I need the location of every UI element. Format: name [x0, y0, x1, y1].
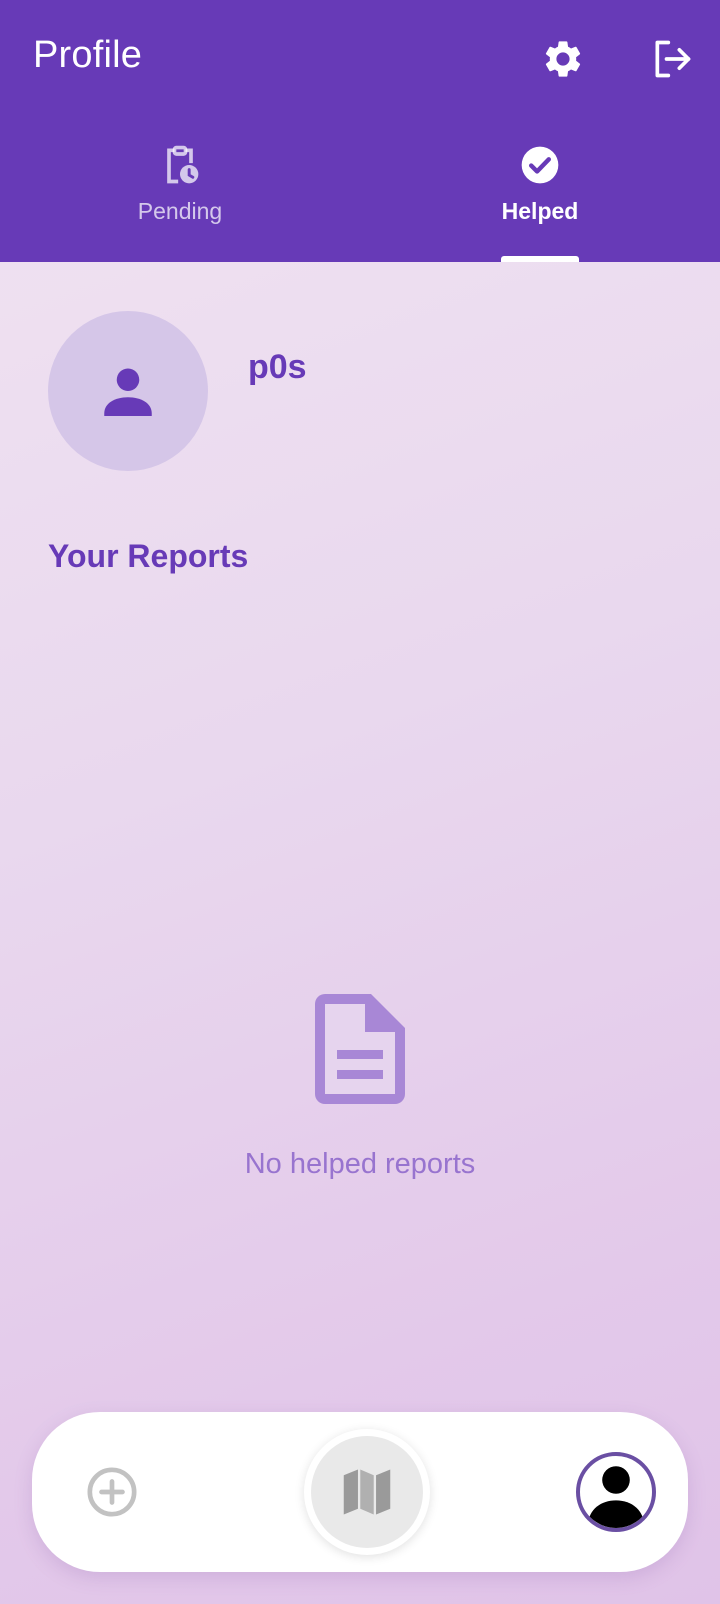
map-icon [343, 1469, 391, 1515]
tab-pending-label: Pending [137, 198, 223, 224]
bottom-navigation [32, 1412, 688, 1572]
app-bar: Profile Pending Helped [0, 0, 720, 262]
selected-tab-indicator [501, 256, 579, 262]
avatar-icon [587, 1466, 645, 1528]
tab-helped[interactable]: Helped [450, 140, 630, 262]
profile-nav-button[interactable] [576, 1452, 656, 1532]
username: p0s [248, 348, 307, 386]
logout-button[interactable] [643, 30, 701, 88]
check-circle-icon [521, 146, 559, 184]
logout-icon [655, 40, 691, 78]
tab-pending[interactable]: Pending [90, 140, 270, 262]
clipboard-clock-icon [167, 145, 199, 184]
empty-state-icon [315, 994, 405, 1109]
map-button[interactable] [304, 1429, 430, 1555]
add-report-button[interactable] [82, 1462, 142, 1522]
tab-helped-label: Helped [501, 198, 579, 224]
settings-button[interactable] [534, 30, 592, 88]
document-icon [315, 994, 405, 1104]
page-title: Profile [33, 34, 143, 76]
profile-avatar [48, 311, 208, 471]
add-circle-icon [87, 1467, 137, 1517]
gear-icon [545, 41, 581, 77]
reports-section-title: Your Reports [48, 538, 249, 574]
person-icon [104, 368, 152, 416]
empty-state-message: No helped reports [244, 1148, 476, 1180]
